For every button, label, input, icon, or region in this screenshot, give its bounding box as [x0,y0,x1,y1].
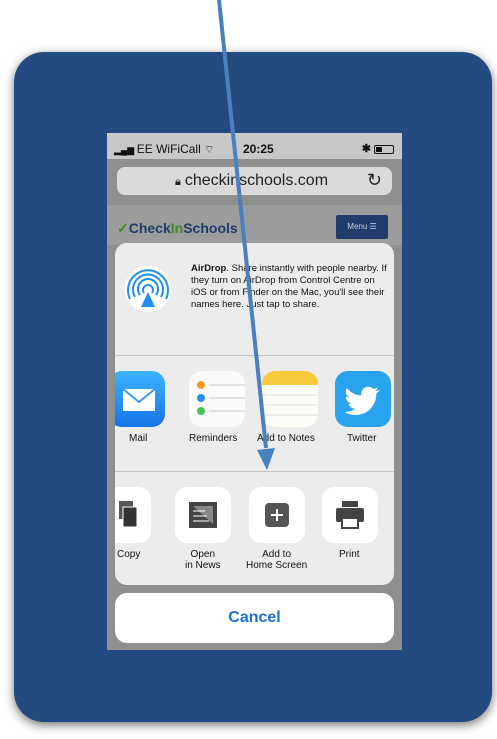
airdrop-description: AirDrop. Share instantly with people nea… [191,263,387,310]
mail-icon[interactable] [115,371,165,427]
site-menu-button[interactable]: Menu ☰ [336,215,388,239]
action-label-news: Open in News [185,549,221,571]
divider [115,471,394,472]
share-sheet: AirDrop. Share instantly with people nea… [115,243,394,585]
bluetooth-icon: ✱ [361,143,374,155]
action-label-add-to-home-screen: Add to Home Screen [246,549,308,571]
action-label-copy: Copy [117,549,141,560]
status-right: ✱ [362,142,394,155]
app-label-reminders: Reminders [189,433,238,444]
airdrop-icon[interactable] [124,265,172,313]
twitter-icon[interactable] [335,371,391,427]
notes-icon[interactable] [262,371,318,427]
wifi-icon: ⌔ [204,144,215,156]
cancel-button[interactable]: Cancel [115,593,394,643]
site-logo: ✓CheckInSchools [117,220,238,236]
signal-icon: ▂▄▆ [114,145,137,155]
add-home-screen-icon[interactable] [249,487,305,543]
lock-icon: 🔒︎ [175,176,181,188]
url-text: 🔒︎ checkinschools.com [175,172,329,189]
app-label-notes: Add to Notes [257,433,315,444]
reload-icon[interactable]: ↻ [367,170,382,191]
battery-icon [374,144,394,154]
address-bar[interactable]: 🔒︎ checkinschools.com ↻ [117,167,392,195]
app-label-mail: Mail [129,433,148,444]
news-icon[interactable] [175,487,231,543]
carrier-label: ▂▄▆ EE WiFiCall ⌔ [114,142,215,156]
app-label-twitter: Twitter [347,433,377,444]
status-bar: ▂▄▆ EE WiFiCall ⌔ 20:25 ✱ [107,133,402,159]
phone-screen: ▂▄▆ EE WiFiCall ⌔ 20:25 ✱ 🔒︎ checkinschoo… [107,133,402,650]
action-label-print: Print [339,549,360,560]
reminders-icon[interactable] [189,371,245,427]
divider [115,355,394,356]
status-time: 20:25 [243,142,274,156]
print-icon[interactable] [322,487,378,543]
website-header: ✓CheckInSchools Menu ☰ [107,205,402,245]
copy-icon[interactable] [115,487,151,543]
